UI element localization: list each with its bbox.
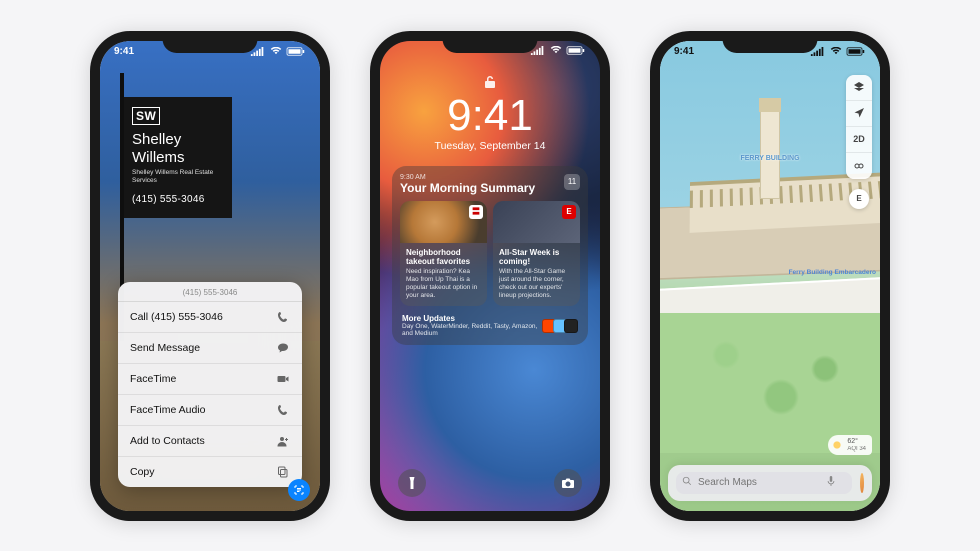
status-icons — [250, 46, 306, 57]
unlock-icon — [390, 75, 590, 94]
menu-facetime-audio[interactable]: FaceTime Audio — [118, 395, 302, 426]
sun-icon — [831, 439, 843, 451]
notification-summary[interactable]: 9:30 AM Your Morning Summary 11 〓 Neighb… — [392, 166, 588, 346]
summary-tile[interactable]: E All-Star Week is coming! With the All-… — [493, 201, 580, 307]
camera-button[interactable] — [554, 469, 582, 497]
phone-lockscreen: 9:41 Tuesday, September 14 9:30 AM Your … — [370, 31, 610, 521]
menu-call[interactable]: Call (415) 555-3046 — [118, 302, 302, 333]
lock-date: Tuesday, September 14 — [390, 140, 590, 152]
status-icons — [810, 46, 866, 57]
contact-add-icon — [276, 434, 290, 448]
maps-search-bar — [668, 465, 872, 501]
real-estate-sign: SW Shelley Willems Shelley Willems Real … — [124, 97, 232, 219]
location-button[interactable] — [846, 101, 872, 127]
context-menu: (415) 555-3046 Call (415) 555-3046 Send … — [118, 282, 302, 487]
menu-message[interactable]: Send Message — [118, 333, 302, 364]
food-image: 〓 — [400, 201, 487, 243]
summary-count: 11 — [564, 174, 580, 190]
map-layers-button[interactable] — [846, 75, 872, 101]
context-menu-header: (415) 555-3046 — [118, 282, 302, 302]
lookaround-button[interactable] — [846, 153, 872, 179]
mic-icon[interactable] — [826, 475, 836, 490]
copy-icon — [276, 465, 290, 479]
phone-icon — [276, 403, 290, 417]
menu-facetime[interactable]: FaceTime — [118, 364, 302, 395]
phone-icon — [276, 310, 290, 324]
app-badge-icon: E — [562, 205, 576, 219]
account-avatar[interactable] — [860, 473, 864, 493]
compass-button[interactable]: E — [849, 189, 869, 209]
sports-image: E — [493, 201, 580, 243]
more-updates-row[interactable]: More Updates Day One, WaterMinder, Reddi… — [400, 312, 580, 339]
map-controls: 2D — [846, 75, 872, 179]
map-label-ferry: FERRY BUILDING — [740, 155, 799, 162]
live-text-button[interactable] — [288, 479, 310, 501]
weather-widget[interactable]: 62° AQI 34 — [828, 435, 872, 455]
app-badge-icon: 〓 — [469, 205, 483, 219]
app-icons-stack — [545, 319, 578, 333]
view-mode-button[interactable]: 2D — [846, 127, 872, 153]
phone-maps: 9:41 FERRY BUILDING Ferry Building Embar… — [650, 31, 890, 521]
summary-tile[interactable]: 〓 Neighborhood takeout favorites Need in… — [400, 201, 487, 307]
menu-copy[interactable]: Copy — [118, 457, 302, 487]
map-view[interactable]: 9:41 FERRY BUILDING Ferry Building Embar… — [660, 41, 880, 511]
map-label-embarc: Ferry Building Embarcadero — [789, 269, 876, 276]
menu-add-contact[interactable]: Add to Contacts — [118, 426, 302, 457]
status-icons — [530, 46, 586, 55]
status-time: 9:41 — [674, 46, 694, 57]
status-time: 9:41 — [114, 46, 134, 57]
phone-livetext: 9:41 SW Shelley Willems Shelley Willems … — [90, 31, 330, 521]
flashlight-button[interactable] — [398, 469, 426, 497]
lock-time: 9:41 — [390, 94, 590, 138]
message-icon — [276, 341, 290, 355]
video-icon — [276, 372, 290, 386]
